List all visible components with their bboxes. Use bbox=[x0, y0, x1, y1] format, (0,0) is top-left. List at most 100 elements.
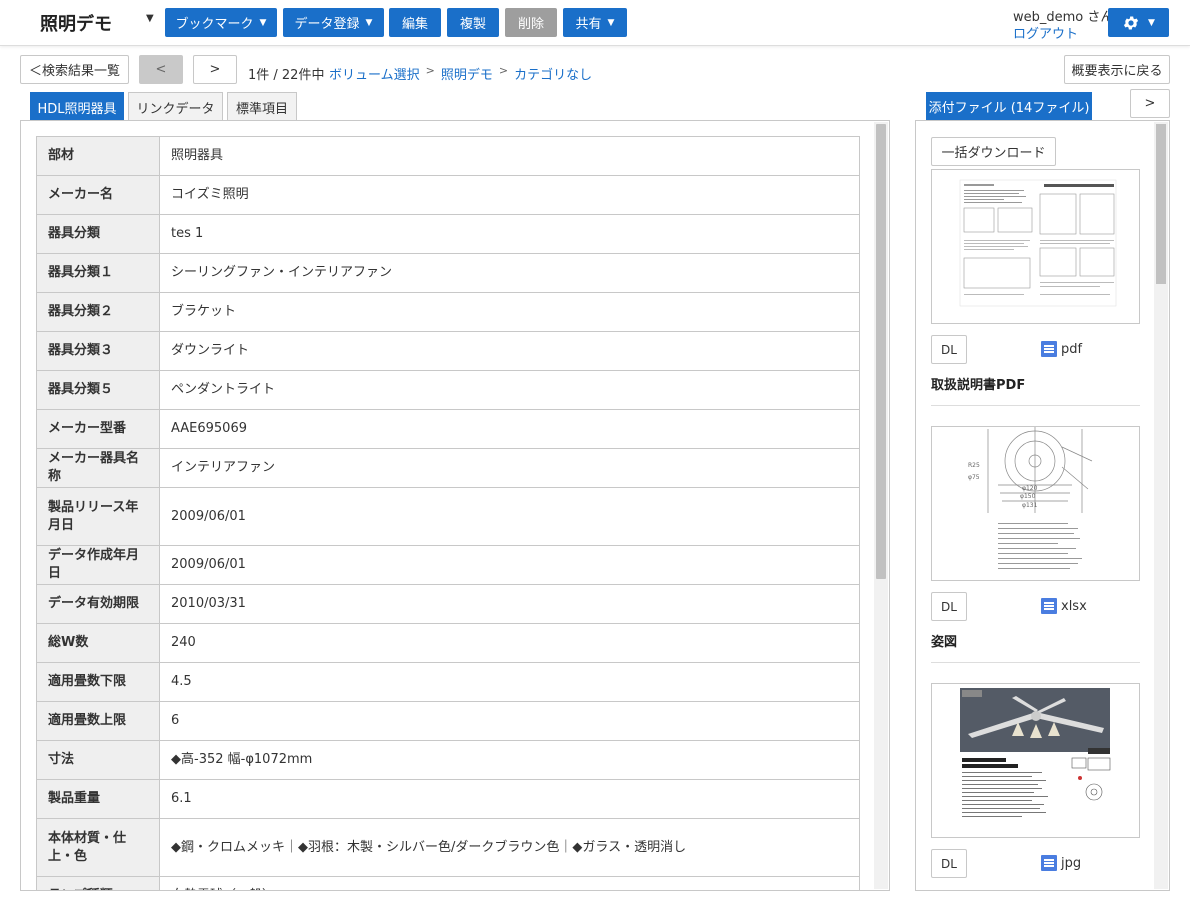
chevron-down-icon: ▼ bbox=[259, 17, 267, 28]
breadcrumb-volume-select[interactable]: ボリューム選択 bbox=[329, 64, 420, 83]
svg-text:R25: R25 bbox=[968, 462, 980, 469]
edit-button[interactable]: 編集 bbox=[389, 8, 441, 37]
attachments-panel: 一括ダウンロード DL pdf 取扱説明書PDF φ120 φ150 φ131 … bbox=[915, 120, 1170, 891]
svg-text:φ120: φ120 bbox=[1022, 485, 1038, 492]
detail-scrollbar[interactable] bbox=[874, 122, 888, 889]
field-label: データ有効期限 bbox=[36, 584, 160, 624]
duplicate-button[interactable]: 複製 bbox=[447, 8, 499, 37]
field-label: 適用畳数下限 bbox=[36, 662, 160, 702]
attachment-thumbnail-xlsx[interactable]: φ120 φ150 φ131 R25 φ75 bbox=[931, 426, 1140, 581]
table-row: データ作成年月日 2009/06/01 bbox=[36, 545, 860, 585]
scrollbar-thumb[interactable] bbox=[1156, 124, 1166, 284]
next-record-button[interactable]: > bbox=[193, 55, 237, 84]
field-label: データ作成年月日 bbox=[36, 545, 160, 585]
detail-table: 部材 照明器具 メーカー名 コイズミ照明 器具分類 tes 1 器具分類１ シーリングファン・… bbox=[36, 136, 860, 890]
table-row: 器具分類 tes 1 bbox=[36, 214, 860, 254]
table-row: 製品重量 6.1 bbox=[36, 779, 860, 819]
field-value: tes 1 bbox=[159, 214, 860, 254]
tab-attachments[interactable]: 添付ファイル (14ファイル) bbox=[926, 92, 1092, 121]
table-row: 器具分類２ ブラケット bbox=[36, 292, 860, 332]
svg-text:φ150: φ150 bbox=[1020, 493, 1036, 500]
gear-icon bbox=[1123, 16, 1139, 29]
field-label: 器具分類５ bbox=[36, 370, 160, 410]
attachment-title: 姿図 bbox=[931, 635, 958, 650]
table-row: 器具分類１ シーリングファン・インテリアファン bbox=[36, 253, 860, 293]
table-row: 製品リリース年月日 2009/06/01 bbox=[36, 487, 860, 546]
field-label: 器具分類 bbox=[36, 214, 160, 254]
table-row: 器具分類３ ダウンライト bbox=[36, 331, 860, 371]
file-type-label: xlsx bbox=[1061, 598, 1087, 614]
bookmark-label: ブックマーク bbox=[175, 17, 254, 32]
download-xlsx-button[interactable]: DL bbox=[931, 592, 967, 621]
prev-record-button[interactable]: < bbox=[139, 55, 183, 84]
table-row: 本体材質・仕上・色 ◆鋼・クロムメッキ｜◆羽根：木製・シルバー色/ダークブラウン色… bbox=[36, 818, 860, 877]
attachments-next-button[interactable]: > bbox=[1130, 89, 1170, 118]
field-value: ◆高-352 幅-φ1072mm bbox=[159, 740, 860, 780]
scrollbar-thumb[interactable] bbox=[876, 124, 886, 579]
download-pdf-button[interactable]: DL bbox=[931, 335, 967, 364]
data-register-button[interactable]: データ登録 ▼ bbox=[283, 8, 384, 37]
document-icon bbox=[1041, 855, 1057, 871]
table-row: メーカー名 コイズミ照明 bbox=[36, 175, 860, 215]
file-type-label: jpg bbox=[1061, 855, 1082, 871]
file-type-pdf: pdf bbox=[1041, 341, 1082, 357]
bookmark-button[interactable]: ブックマーク ▼ bbox=[165, 8, 277, 37]
attachment-thumbnail-pdf[interactable] bbox=[931, 169, 1140, 324]
field-label: 本体材質・仕上・色 bbox=[36, 818, 160, 877]
breadcrumb-category[interactable]: カテゴリなし bbox=[514, 64, 592, 83]
share-button[interactable]: 共有 ▼ bbox=[563, 8, 627, 37]
tab-hdl-lighting[interactable]: HDL照明器具 bbox=[30, 92, 124, 121]
divider bbox=[931, 662, 1140, 663]
table-row: データ有効期限 2010/03/31 bbox=[36, 584, 860, 624]
breadcrumb-volume[interactable]: 照明デモ bbox=[441, 64, 493, 83]
file-type-jpg: jpg bbox=[1041, 855, 1081, 871]
download-jpg-button[interactable]: DL bbox=[931, 849, 967, 878]
chevron-down-icon: ▼ bbox=[365, 17, 373, 28]
field-value: シーリングファン・インテリアファン bbox=[159, 253, 860, 293]
divider bbox=[931, 405, 1140, 406]
tab-standard-items[interactable]: 標準項目 bbox=[227, 92, 297, 121]
attachment-thumbnail-jpg[interactable] bbox=[931, 683, 1140, 838]
breadcrumb-separator-icon: > bbox=[498, 64, 509, 77]
field-value: 240 bbox=[159, 623, 860, 663]
field-label: 器具分類３ bbox=[36, 331, 160, 371]
table-row: メーカー器具名称 インテリアファン bbox=[36, 448, 860, 488]
table-row: ランプ種類白熱電球（一般） bbox=[36, 876, 860, 890]
attachment-item: φ120 φ150 φ131 R25 φ75 DL xlsx 姿図 bbox=[931, 426, 1140, 663]
tab-link-data[interactable]: リンクデータ bbox=[128, 92, 223, 121]
field-value: ブラケット bbox=[159, 292, 860, 332]
app-menu-chevron-down-icon[interactable]: ▼ bbox=[146, 13, 154, 24]
settings-button[interactable]: ▼ bbox=[1108, 8, 1169, 37]
breadcrumb-separator-icon: > bbox=[425, 64, 435, 77]
field-value: 4.5 bbox=[159, 662, 860, 702]
drawing-thumbnail: φ120φ150 φ131 R25 φ75 bbox=[968, 427, 1093, 569]
field-value: 6 bbox=[159, 701, 860, 741]
app-header: 照明デモ ▼ ブックマーク ▼ データ登録 ▼ 編集 複製 削除 共有 ▼ we… bbox=[0, 0, 1190, 46]
attachment-title: 取扱説明書PDF bbox=[931, 378, 1026, 393]
file-type-label: pdf bbox=[1061, 341, 1083, 357]
field-label: メーカー器具名称 bbox=[36, 448, 160, 488]
field-label: 器具分類２ bbox=[36, 292, 160, 332]
delete-button[interactable]: 削除 bbox=[505, 8, 557, 37]
back-to-results-button[interactable]: ＜検索結果一覧 bbox=[20, 55, 129, 84]
record-count: 1件 / 22件中 bbox=[248, 68, 325, 83]
file-type-xlsx: xlsx bbox=[1041, 598, 1087, 614]
field-label: 適用畳数上限 bbox=[36, 701, 160, 741]
field-label: メーカー名 bbox=[36, 175, 160, 215]
chevron-down-icon: ▼ bbox=[1148, 17, 1155, 28]
document-icon bbox=[1041, 341, 1057, 357]
field-value: AAE695069 bbox=[159, 409, 860, 449]
field-value: ペンダントライト bbox=[159, 370, 860, 410]
bulk-download-button[interactable]: 一括ダウンロード bbox=[931, 137, 1056, 166]
field-label: ランプ種類 bbox=[36, 876, 160, 890]
back-to-summary-button[interactable]: 概要表示に戻る bbox=[1064, 55, 1170, 84]
app-title[interactable]: 照明デモ bbox=[40, 10, 112, 36]
field-value: ◆鋼・クロムメッキ｜◆羽根：木製・シルバー色/ダークブラウン色｜◆ガラス・透明消… bbox=[159, 818, 860, 877]
logout-link[interactable]: ログアウト bbox=[1013, 23, 1078, 42]
field-value: 6.1 bbox=[159, 779, 860, 819]
attachments-scrollbar[interactable] bbox=[1154, 122, 1168, 889]
share-label: 共有 bbox=[575, 17, 602, 32]
field-value: 2009/06/01 bbox=[159, 487, 860, 546]
svg-text:φ131: φ131 bbox=[1022, 502, 1038, 509]
data-register-label: データ登録 bbox=[294, 17, 360, 32]
